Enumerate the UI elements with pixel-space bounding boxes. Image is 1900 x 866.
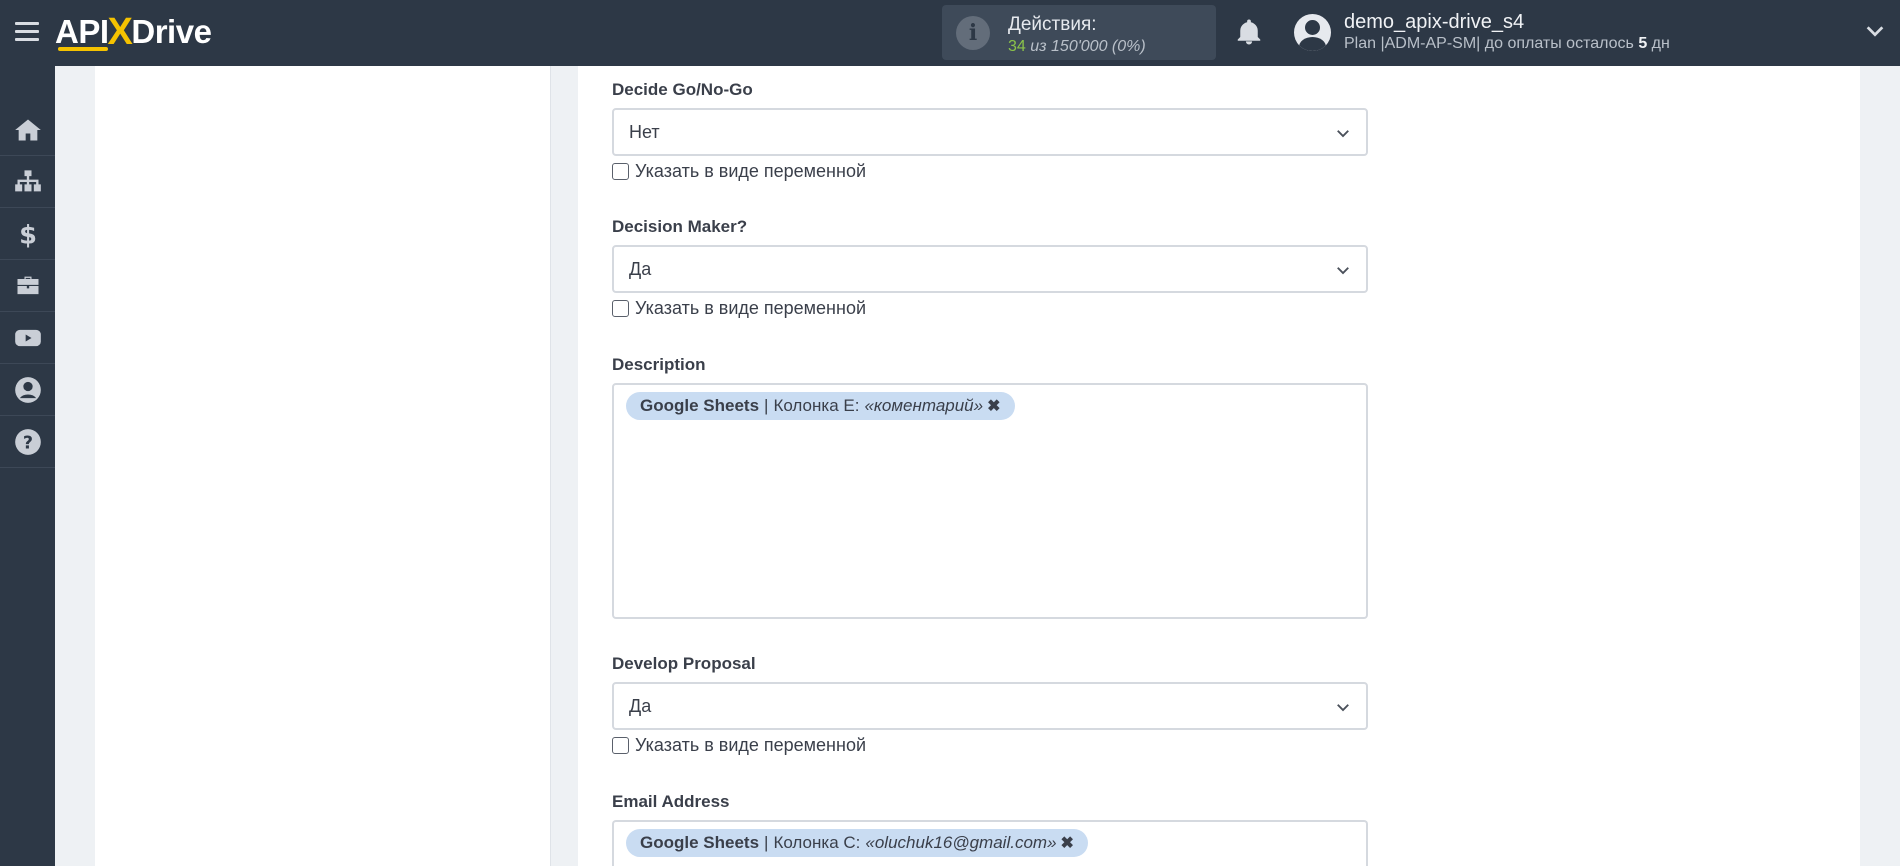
tag-column: Колонка C: bbox=[773, 833, 861, 852]
chevron-down-icon bbox=[1337, 130, 1349, 138]
tag-separator: | bbox=[764, 833, 769, 852]
user-circle-icon bbox=[14, 376, 41, 403]
select-decision-maker[interactable]: Да bbox=[612, 245, 1368, 293]
youtube-icon bbox=[14, 329, 41, 346]
variable-tag: Google Sheets | Колонка E: «коментарий» … bbox=[626, 392, 1015, 420]
plan-days: 5 bbox=[1638, 35, 1648, 52]
variable-checkbox[interactable] bbox=[612, 300, 629, 317]
sidebar-item-billing[interactable]: $ bbox=[0, 208, 55, 260]
actions-label: Действия: bbox=[1008, 14, 1097, 35]
checkbox-label: Указать в виде переменной bbox=[635, 161, 867, 181]
sitemap-icon bbox=[14, 169, 41, 191]
field-label-decide-go: Decide Go/No-Go bbox=[612, 80, 753, 99]
email-field[interactable]: Google Sheets | Колонка C: «oluchuk16@gm… bbox=[612, 820, 1368, 866]
plan-prefix: Plan |ADM-AP-SM| до оплаты осталось bbox=[1344, 35, 1639, 52]
field-label-email: Email Address bbox=[612, 792, 730, 811]
actions-count: 34 из 150'000 (0%) bbox=[1008, 38, 1146, 56]
select-value: Да bbox=[629, 259, 652, 279]
variable-checkbox[interactable] bbox=[612, 737, 629, 754]
select-develop-proposal[interactable]: Да bbox=[612, 682, 1368, 730]
select-value: Нет bbox=[629, 122, 660, 142]
username[interactable]: demo_apix-drive_s4 bbox=[1344, 11, 1524, 34]
tag-source: Google Sheets bbox=[640, 396, 760, 415]
logo-x: X bbox=[107, 10, 133, 53]
checkbox-label: Указать в виде переменной bbox=[635, 298, 867, 318]
close-icon[interactable]: ✖ bbox=[1061, 833, 1074, 853]
bell-icon[interactable] bbox=[1234, 16, 1264, 48]
plan-info: Plan |ADM-AP-SM| до оплаты осталось 5 дн bbox=[1344, 35, 1670, 53]
field-label-decision-maker: Decision Maker? bbox=[612, 217, 748, 236]
apixdrive-logo[interactable]: API X Drive bbox=[55, 10, 212, 53]
select-value: Да bbox=[629, 696, 652, 716]
sidebar-item-briefcase[interactable] bbox=[0, 260, 55, 312]
logo-text: Drive bbox=[131, 13, 212, 50]
chevron-down-icon bbox=[1337, 267, 1349, 275]
sidebar-item-connections[interactable] bbox=[0, 156, 55, 208]
home-icon bbox=[14, 119, 41, 140]
tag-column: Колонка E: bbox=[773, 396, 860, 415]
actions-percent: (0%) bbox=[1111, 38, 1146, 55]
close-icon[interactable]: ✖ bbox=[987, 396, 1000, 416]
chevron-down-icon bbox=[1337, 704, 1349, 712]
help-icon: ? bbox=[14, 428, 41, 455]
actions-used: 34 bbox=[1008, 38, 1026, 55]
checkbox-label: Указать в виде переменной bbox=[635, 735, 867, 755]
variable-checkbox-row[interactable]: Указать в виде переменной bbox=[612, 161, 866, 182]
svg-text:?: ? bbox=[22, 433, 32, 453]
sidebar-item-account[interactable] bbox=[0, 364, 55, 416]
actions-of: из 150'000 bbox=[1025, 38, 1112, 55]
variable-checkbox-row[interactable]: Указать в виде переменной bbox=[612, 298, 866, 319]
sidebar-item-home[interactable] bbox=[0, 104, 55, 156]
avatar[interactable] bbox=[1294, 14, 1331, 51]
dollar-icon: $ bbox=[19, 220, 37, 248]
tag-value: «oluchuk16@gmail.com» bbox=[865, 833, 1057, 852]
menu-icon[interactable] bbox=[15, 22, 39, 42]
logo-underline bbox=[58, 47, 108, 51]
logo-text: API bbox=[55, 13, 109, 50]
briefcase-icon bbox=[17, 276, 38, 294]
plan-suffix: дн bbox=[1647, 35, 1670, 52]
sidebar-item-help[interactable]: ? bbox=[0, 416, 55, 468]
variable-checkbox[interactable] bbox=[612, 163, 629, 180]
variable-tag: Google Sheets | Колонка C: «oluchuk16@gm… bbox=[626, 829, 1088, 857]
tag-separator: | bbox=[764, 396, 769, 415]
tag-value: «коментарий» bbox=[864, 396, 984, 415]
panel-divider bbox=[550, 66, 578, 866]
tag-source: Google Sheets bbox=[640, 833, 760, 852]
sidebar-item-video[interactable] bbox=[0, 312, 55, 364]
sidebar: $ ? bbox=[0, 66, 55, 866]
info-icon: i bbox=[956, 16, 990, 50]
actions-counter[interactable]: i Действия: 34 из 150'000 (0%) bbox=[942, 5, 1216, 60]
select-decide-go[interactable]: Нет bbox=[612, 108, 1368, 156]
description-textarea[interactable]: Google Sheets | Колонка E: «коментарий» … bbox=[612, 383, 1368, 619]
variable-checkbox-row[interactable]: Указать в виде переменной bbox=[612, 735, 866, 756]
svg-text:$: $ bbox=[19, 220, 37, 248]
field-label-develop-proposal: Develop Proposal bbox=[612, 654, 756, 673]
field-label-description: Description bbox=[612, 355, 706, 374]
top-bar: API X Drive i Действия: 34 из 150'000 (0%)… bbox=[0, 0, 1900, 66]
chevron-down-icon[interactable] bbox=[1864, 20, 1886, 42]
